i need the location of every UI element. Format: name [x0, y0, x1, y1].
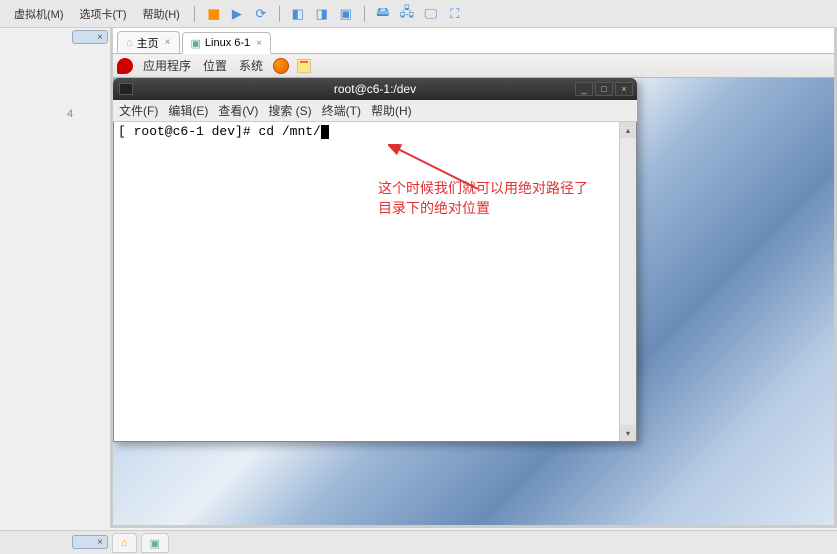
fullscreen-icon[interactable]: ⛶ — [445, 4, 465, 24]
panel-close-pill[interactable]: × — [72, 30, 108, 44]
display-icon[interactable]: 🖵 — [421, 4, 441, 24]
terminal-window: root@c6-1:/dev _ □ × 文件(F) 编辑(E) 查看(V) 搜… — [113, 78, 637, 442]
places-menu[interactable]: 位置 — [201, 57, 229, 74]
toolbar-divider — [194, 6, 195, 22]
terminal-titlebar-icon — [119, 83, 133, 95]
maximize-button[interactable]: □ — [595, 82, 613, 96]
home-icon: ⌂ — [126, 37, 133, 49]
play-icon[interactable]: ▶ — [227, 4, 247, 24]
terminal-title: root@c6-1:/dev — [334, 82, 416, 96]
terminal-menubar: 文件(F) 编辑(E) 查看(V) 搜索 (S) 终端(T) 帮助(H) — [113, 100, 637, 122]
vm-tabbar: ⌂ 主页 × ▣ Linux 6-1 × — [113, 28, 834, 54]
scroll-up-icon[interactable]: ▴ — [620, 122, 636, 138]
annotation-line2: 目录下的绝对位置 — [378, 200, 588, 220]
minimize-button[interactable]: _ — [575, 82, 593, 96]
page-number: 4 — [67, 108, 73, 120]
annotation-text: 这个时候我们就可以用绝对路径了 目录下的绝对位置 — [378, 180, 588, 220]
main-area: × 4 ⌂ 主页 × ▣ Linux 6-1 × 应用程序 位置 系统 — [0, 28, 837, 554]
host-toolbar: 虚拟机(M) 选项卡(T) 帮助(H) ▮▮ ▶ ⟳ ◧ ◨ ▣ 🖴 🖧 🖵 ⛶ — [0, 0, 837, 28]
terminal-menu-file[interactable]: 文件(F) — [119, 102, 158, 119]
terminal-menu-terminal[interactable]: 终端(T) — [322, 102, 361, 119]
panel-close-pill-bottom[interactable]: × — [72, 535, 108, 549]
cursor-icon — [321, 125, 329, 139]
redhat-logo-icon[interactable] — [117, 58, 133, 74]
tab-close-icon[interactable]: × — [165, 37, 171, 48]
bottom-strip: × ⌂ ▣ — [0, 530, 837, 554]
toolbar-divider — [279, 6, 280, 22]
close-button[interactable]: × — [615, 82, 633, 96]
terminal-body[interactable]: [ root@c6-1 dev]# cd /mnt/ ▴ ▾ — [113, 122, 637, 442]
terminal-command: cd /mnt/ — [258, 124, 320, 139]
vm-viewport: ⌂ 主页 × ▣ Linux 6-1 × 应用程序 位置 系统 — [110, 28, 837, 528]
terminal-prompt: [ root@c6-1 dev]# — [118, 124, 258, 139]
tab-close-icon[interactable]: × — [256, 38, 262, 49]
toolbar-divider — [364, 6, 365, 22]
snapshot-icon[interactable]: ◧ — [288, 4, 308, 24]
terminal-menu-view[interactable]: 查看(V) — [218, 102, 258, 119]
firefox-icon[interactable] — [273, 58, 289, 74]
tab-home[interactable]: ⌂ 主页 × — [117, 31, 180, 53]
bottom-tabs: ⌂ ▣ — [112, 531, 169, 553]
gnome-panel: 应用程序 位置 系统 — [113, 54, 834, 78]
restart-icon[interactable]: ⟳ — [251, 4, 271, 24]
bottom-tab-home[interactable]: ⌂ — [112, 533, 137, 553]
pause-icon[interactable]: ▮▮ — [203, 4, 223, 24]
tab-linux-label: Linux 6-1 — [205, 37, 250, 49]
terminal-menu-help[interactable]: 帮助(H) — [371, 102, 412, 119]
host-menu-help[interactable]: 帮助(H) — [137, 4, 186, 24]
network-icon[interactable]: 🖧 — [397, 4, 417, 24]
vm-icon: ▣ — [150, 537, 160, 550]
vm-icon: ▣ — [191, 37, 201, 50]
terminal-menu-search[interactable]: 搜索 (S) — [268, 102, 311, 119]
snapshot-mgr-icon[interactable]: ◨ — [312, 4, 332, 24]
tab-home-label: 主页 — [137, 35, 159, 51]
annotation-line1: 这个时候我们就可以用绝对路径了 — [378, 180, 588, 200]
terminal-scrollbar[interactable]: ▴ ▾ — [619, 122, 636, 441]
tab-linux[interactable]: ▣ Linux 6-1 × — [182, 32, 272, 54]
home-icon: ⌂ — [121, 537, 128, 549]
terminal-content[interactable]: [ root@c6-1 dev]# cd /mnt/ — [114, 122, 618, 441]
host-menu-vm[interactable]: 虚拟机(M) — [8, 4, 70, 24]
disk-icon[interactable]: 🖴 — [373, 4, 393, 24]
window-controls: _ □ × — [575, 82, 633, 96]
host-menu-tabs[interactable]: 选项卡(T) — [74, 4, 133, 24]
guest-desktop: 应用程序 位置 系统 root@c6-1:/dev _ □ × — [113, 54, 834, 525]
terminal-menu-edit[interactable]: 编辑(E) — [168, 102, 208, 119]
scroll-down-icon[interactable]: ▾ — [620, 425, 636, 441]
terminal-titlebar[interactable]: root@c6-1:/dev _ □ × — [113, 78, 637, 100]
box-icon[interactable]: ▣ — [336, 4, 356, 24]
notes-icon[interactable] — [297, 59, 311, 73]
bottom-tab-vm[interactable]: ▣ — [141, 533, 169, 553]
applications-menu[interactable]: 应用程序 — [141, 57, 193, 74]
system-menu[interactable]: 系统 — [237, 57, 265, 74]
